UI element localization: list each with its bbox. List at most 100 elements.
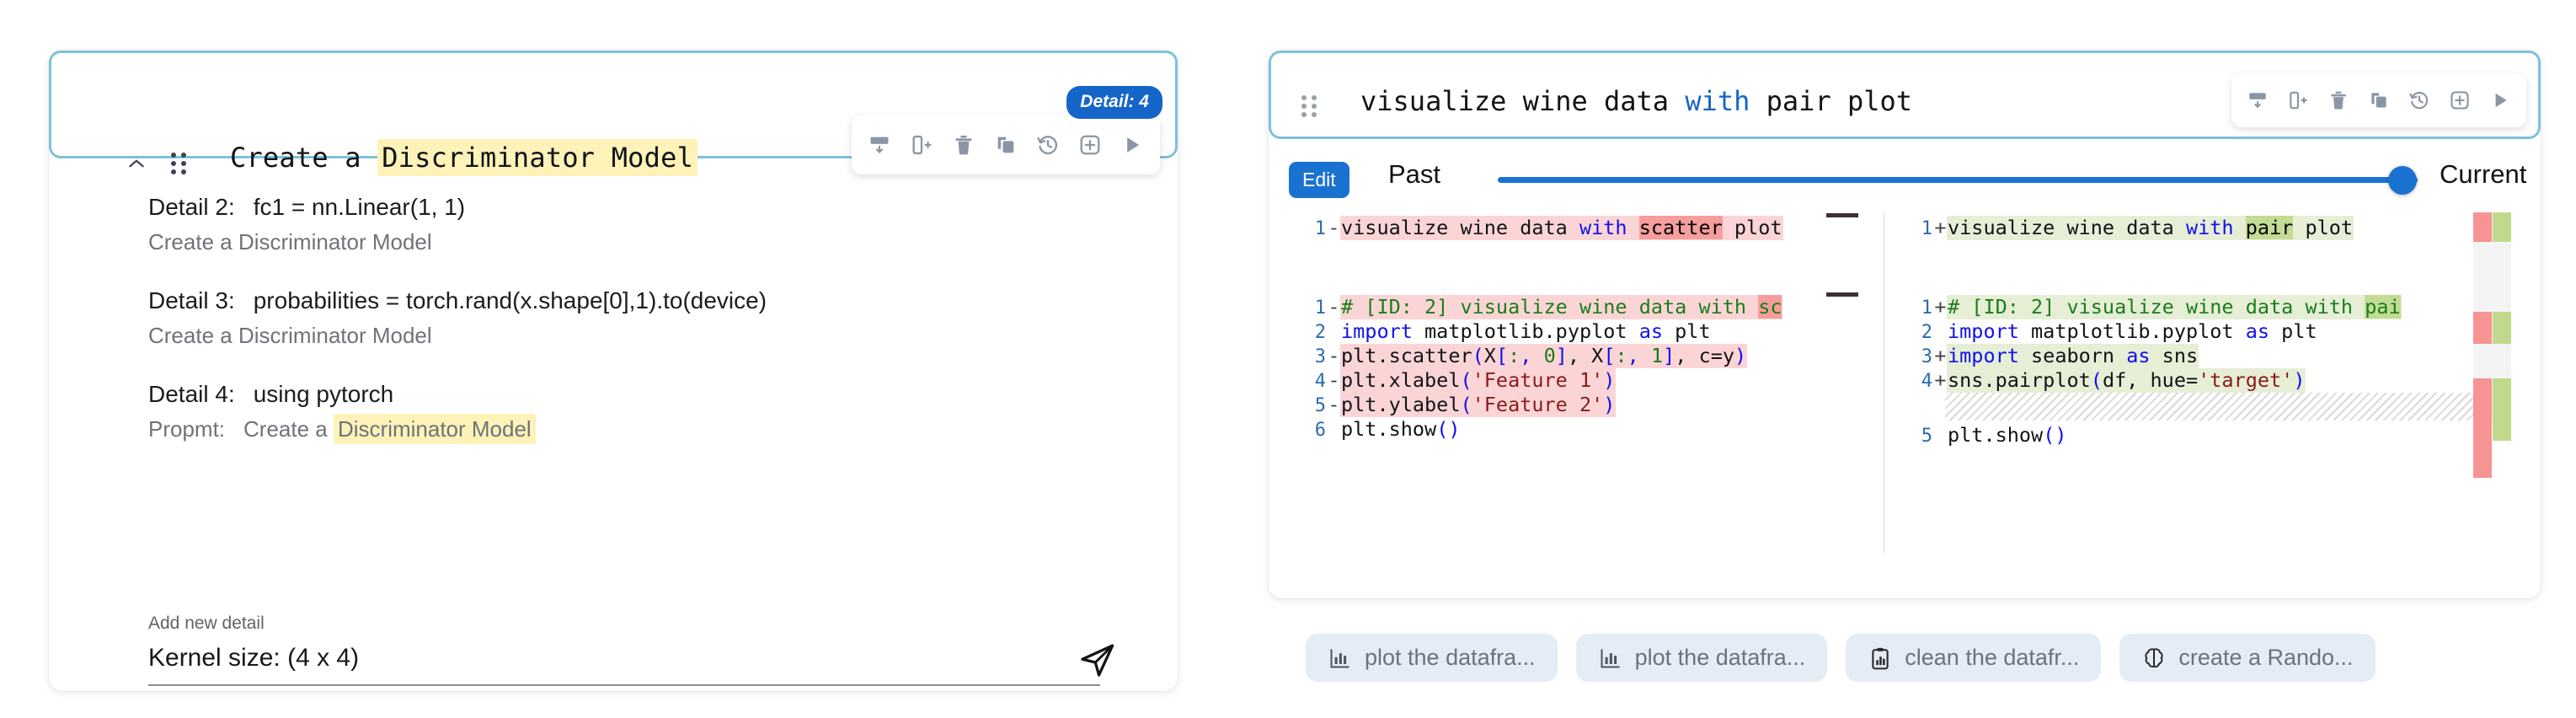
diff-line: 5 plt.show() (1895, 423, 2520, 447)
add-new-detail-label: Add new detail (148, 614, 1109, 634)
diff-line: 3+import seaborn as sns (1895, 344, 2520, 368)
diff-code: # [ID: 2] visualize wine data with pai (1947, 295, 2402, 319)
detail-list: Detail 2:fc1 = nn.Linear(1, 1) Create a … (49, 158, 1178, 442)
suggestion-chips: plot the datafra... plot the datafra... … (1306, 634, 2376, 682)
detail-label: Detail 3: (148, 287, 235, 313)
line-number: 3 (1895, 345, 1934, 369)
suggestion-chip-label: plot the datafra... (1365, 645, 1536, 671)
delete-icon[interactable] (949, 131, 978, 159)
diff-code: import seaborn as sns (1947, 344, 2199, 368)
line-number: 2 (1289, 320, 1328, 345)
detail-item: Detail 4:using pytorch Propmt:Create a D… (49, 349, 1178, 442)
detail-sub-label: Propmt: (148, 416, 225, 442)
detail-sub-value: Create a Discriminator Model (148, 229, 432, 255)
diff-code: visualize wine data with scatter plot (1340, 216, 1783, 240)
cell-toolbar (2231, 73, 2526, 127)
detail-item: Detail 2:fc1 = nn.Linear(1, 1) Create a … (49, 158, 1178, 255)
run-icon[interactable] (1118, 131, 1146, 159)
line-number: 1 (1289, 296, 1328, 320)
diff-marker (1826, 292, 1858, 297)
add-icon[interactable] (2445, 86, 2474, 115)
add-new-detail-input[interactable] (148, 640, 1100, 686)
timeline-slider-thumb[interactable] (2388, 166, 2417, 195)
diff-sign: - (1328, 393, 1340, 417)
diff-code: # [ID: 2] visualize wine data with sc (1340, 295, 1782, 319)
prompt-cell-header[interactable]: Create a Discriminator Model (49, 51, 1178, 158)
timeline-slider-track[interactable] (1498, 177, 2418, 183)
minimap-added-marker (2493, 378, 2511, 441)
suggestion-chip-label: plot the datafra... (1635, 645, 1806, 671)
line-number: 5 (1895, 424, 1934, 448)
run-icon[interactable] (2486, 86, 2515, 115)
timeline-past-label: Past (1388, 159, 1440, 190)
title-part-keyword: with (1685, 85, 1750, 117)
add-cell-below-icon[interactable] (2243, 86, 2272, 115)
add-new-detail: Add new detail (148, 614, 1109, 686)
delete-icon[interactable] (2324, 86, 2353, 115)
copy-icon[interactable] (2365, 86, 2393, 115)
spacer (1895, 265, 2520, 295)
diff-code: sns.pairplot(df, hue='target') (1947, 368, 2306, 393)
detail-sub-value: Create a Discriminator Model (148, 323, 432, 348)
diff-area: 1-visualize wine data with scatter plot … (1289, 212, 2520, 553)
diff-code: plt.xlabel('Feature 1') (1340, 368, 1616, 393)
diff-line: 4+sns.pairplot(df, hue='target') (1895, 368, 2520, 393)
minimap-added-marker (2493, 212, 2511, 242)
add-icon[interactable] (1076, 131, 1104, 159)
diff-sign: - (1328, 216, 1340, 240)
diff-sign: - (1328, 368, 1340, 393)
detail-label: Detail 4: (148, 381, 235, 407)
code-cell-header[interactable]: visualize wine data with pair plot (1269, 51, 2541, 139)
code-cell-title[interactable]: visualize wine data with pair plot (1360, 85, 1912, 117)
suggestion-chip[interactable]: plot the datafra... (1576, 634, 1828, 682)
copy-icon[interactable] (991, 131, 1020, 159)
clipboard-chart-icon (1868, 646, 1893, 671)
line-number: 4 (1289, 369, 1328, 394)
diff-sign: - (1328, 344, 1340, 368)
diff-code: plt.scatter(X[:, 0], X[:, 1], c=y) (1340, 344, 1747, 368)
history-icon[interactable] (1034, 131, 1062, 159)
detail-heading: Detail 3: probabilities = torch.rand(x.sh… (148, 287, 1178, 314)
diff-old-column[interactable]: 1-visualize wine data with scatter plot … (1289, 212, 1879, 553)
add-cell-below-icon[interactable] (865, 131, 894, 159)
detail-value: using pytorch (254, 381, 394, 407)
detail-value: probabilities = torch.rand(x.shape[0],1)… (254, 287, 767, 313)
diff-new-column[interactable]: 1+visualize wine data with pair plot 1+#… (1895, 212, 2520, 553)
spacer (1289, 265, 1879, 295)
minimap-added-marker (2493, 312, 2511, 344)
suggestion-chip[interactable]: create a Rando... (2119, 634, 2375, 682)
detail-sub-value: Create a (243, 416, 334, 442)
line-number: 4 (1895, 369, 1934, 394)
diff-line: 1-visualize wine data with scatter plot (1289, 216, 1879, 240)
detail-subtext: Propmt:Create a Discriminator Model (148, 416, 1178, 442)
bar-chart-icon (1598, 646, 1623, 671)
diff-line: 2 import matplotlib.pyplot as plt (1289, 319, 1879, 344)
add-cell-right-icon[interactable] (907, 131, 936, 159)
diff-sign: + (1934, 344, 1947, 368)
spacer (1895, 240, 2520, 265)
diff-code: import matplotlib.pyplot as plt (1340, 319, 1712, 344)
history-icon[interactable] (2405, 86, 2434, 115)
diff-code: plt.show() (1947, 423, 2067, 447)
diff-code: plt.show() (1340, 417, 1461, 442)
edit-button[interactable]: Edit (1289, 162, 1349, 198)
suggestion-chip-label: create a Rando... (2178, 645, 2353, 671)
drag-handle-icon[interactable] (1301, 95, 1320, 119)
diff-code: plt.ylabel('Feature 2') (1340, 393, 1616, 417)
diff-sign: + (1934, 368, 1947, 393)
suggestion-chip[interactable]: plot the datafra... (1306, 634, 1558, 682)
line-number: 1 (1289, 217, 1328, 241)
diff-sign: + (1934, 216, 1947, 240)
diff-minimap[interactable] (2473, 212, 2520, 553)
line-number: 1 (1895, 296, 1934, 320)
prompt-detail-panel: Detail: 4 Create a Discriminator Model (49, 51, 1178, 691)
line-number: 2 (1895, 320, 1934, 345)
diff-code: import matplotlib.pyplot as plt (1947, 319, 2318, 344)
diff-marker (1826, 213, 1858, 217)
title-part-3: pair plot (1750, 85, 1912, 117)
add-cell-right-icon[interactable] (2284, 86, 2312, 115)
app-root: Detail: 4 Create a Discriminator Model (0, 0, 2576, 718)
suggestion-chip[interactable]: clean the datafr... (1846, 634, 2101, 682)
send-icon[interactable] (1078, 640, 1117, 683)
diff-line: 1+# [ID: 2] visualize wine data with pai (1895, 295, 2520, 319)
